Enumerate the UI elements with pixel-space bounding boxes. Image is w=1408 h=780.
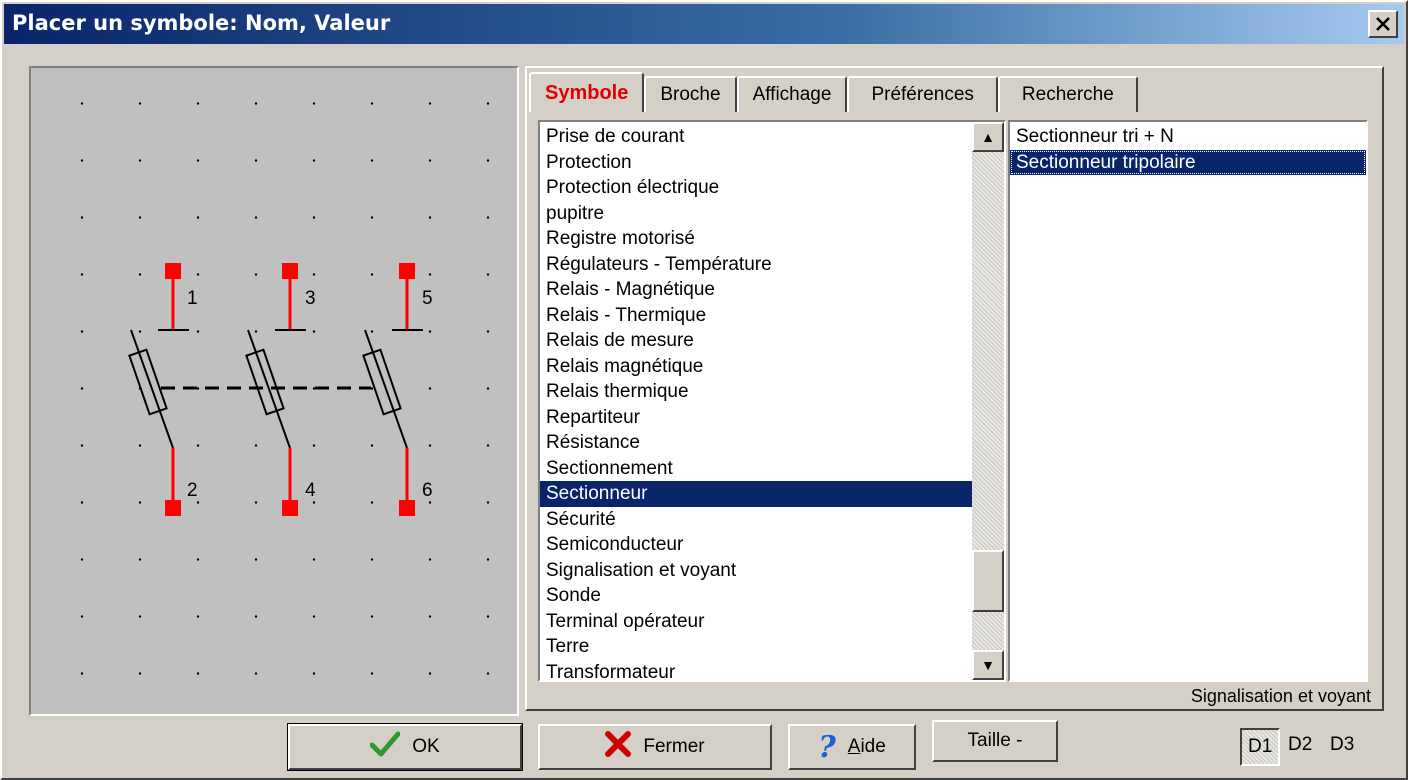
category-list-item[interactable]: Sécurité <box>540 507 972 533</box>
category-list-item[interactable]: Régulateurs - Température <box>540 252 972 278</box>
category-list-item[interactable]: Registre motorisé <box>540 226 972 252</box>
category-list-item[interactable]: Sectionneur <box>540 481 972 507</box>
category-list-item[interactable]: Repartiteur <box>540 405 972 431</box>
tab-strip: Symbole Broche Affichage Préférences Rec… <box>529 72 1138 112</box>
pin-label-6: 6 <box>422 480 433 501</box>
pole-3 <box>362 263 423 516</box>
pole-1 <box>128 263 189 516</box>
scroll-thumb[interactable] <box>972 550 1004 612</box>
question-mark-icon: ? <box>818 729 836 765</box>
pin-label-2: 2 <box>187 480 198 501</box>
close-button[interactable]: Fermer <box>538 724 772 770</box>
ok-label: OK <box>412 736 440 757</box>
category-list-item[interactable]: Terre <box>540 634 972 660</box>
status-text: Signalisation et voyant <box>1190 686 1371 706</box>
category-list-item[interactable]: Sonde <box>540 583 972 609</box>
help-label: Aide <box>847 736 886 757</box>
pin-label-1: 1 <box>187 288 198 309</box>
category-list-item[interactable]: Prise de courant <box>540 124 972 150</box>
close-icon <box>1375 13 1391 37</box>
category-list-item[interactable]: Semiconducteur <box>540 532 972 558</box>
tab-recherche[interactable]: Recherche <box>997 76 1138 112</box>
category-list-item[interactable]: Résistance <box>540 430 972 456</box>
symbol-list-item[interactable]: Sectionneur tri + N <box>1010 124 1366 150</box>
close-window-button[interactable] <box>1368 10 1398 38</box>
tab-symbole[interactable]: Symbole <box>529 72 645 112</box>
pin-label-5: 5 <box>422 288 433 309</box>
category-list-item[interactable]: Signalisation et voyant <box>540 558 972 584</box>
category-list-item[interactable]: Sectionnement <box>540 456 972 482</box>
window-title: Placer un symbole: Nom, Valeur <box>12 11 391 35</box>
category-list-item[interactable]: pupitre <box>540 201 972 227</box>
tab-preferences[interactable]: Préférences <box>847 76 998 112</box>
category-list-item[interactable]: Relais magnétique <box>540 354 972 380</box>
checkmark-icon <box>369 731 401 763</box>
category-list-item[interactable]: Protection <box>540 150 972 176</box>
tab-affichage[interactable]: Affichage <box>736 76 848 112</box>
pin-label-3: 3 <box>305 288 316 309</box>
detail-d1-toggle[interactable]: D1 <box>1240 728 1281 766</box>
scroll-down-button[interactable]: ▼ <box>972 650 1004 680</box>
disconnector-symbol <box>128 263 423 516</box>
ok-button[interactable]: OK <box>287 723 523 771</box>
scroll-up-button[interactable]: ▲ <box>972 122 1004 152</box>
category-list-item[interactable]: Relais thermique <box>540 379 972 405</box>
size-button[interactable]: Taille - <box>932 720 1058 762</box>
arrow-up-icon: ▲ <box>981 129 995 145</box>
dialog-window: Placer un symbole: Nom, Valeur 1 3 5 2 4… <box>0 0 1408 780</box>
size-label: Taille - <box>967 730 1023 751</box>
arrow-down-icon: ▼ <box>981 657 995 673</box>
category-list[interactable]: Prise de courant Protection Protection éle… <box>538 120 1006 682</box>
category-list-item[interactable]: Protection électrique <box>540 175 972 201</box>
category-list-item[interactable]: Relais - Magnétique <box>540 277 972 303</box>
help-button[interactable]: ? Aide <box>788 724 916 770</box>
title-bar[interactable]: Placer un symbole: Nom, Valeur <box>4 4 1404 44</box>
category-list-item[interactable]: Relais de mesure <box>540 328 972 354</box>
category-list-item[interactable]: Terminal opérateur <box>540 609 972 635</box>
category-list-item[interactable]: Transformateur <box>540 660 972 681</box>
close-label: Fermer <box>643 736 705 757</box>
pin-label-4: 4 <box>305 480 316 501</box>
symbol-list[interactable]: Sectionneur tri + N Sectionneur tripolair… <box>1008 120 1368 682</box>
detail-d2-toggle[interactable]: D2 <box>1282 728 1318 766</box>
detail-d3-toggle[interactable]: D3 <box>1324 728 1360 766</box>
red-x-icon <box>605 731 632 763</box>
category-scrollbar[interactable]: ▲ ▼ <box>972 122 1004 680</box>
symbol-preview: 1 3 5 2 4 6 <box>29 66 519 716</box>
tab-broche[interactable]: Broche <box>644 76 737 112</box>
category-list-item[interactable]: Relais - Thermique <box>540 303 972 329</box>
symbol-list-item[interactable]: Sectionneur tripolaire <box>1010 149 1366 175</box>
